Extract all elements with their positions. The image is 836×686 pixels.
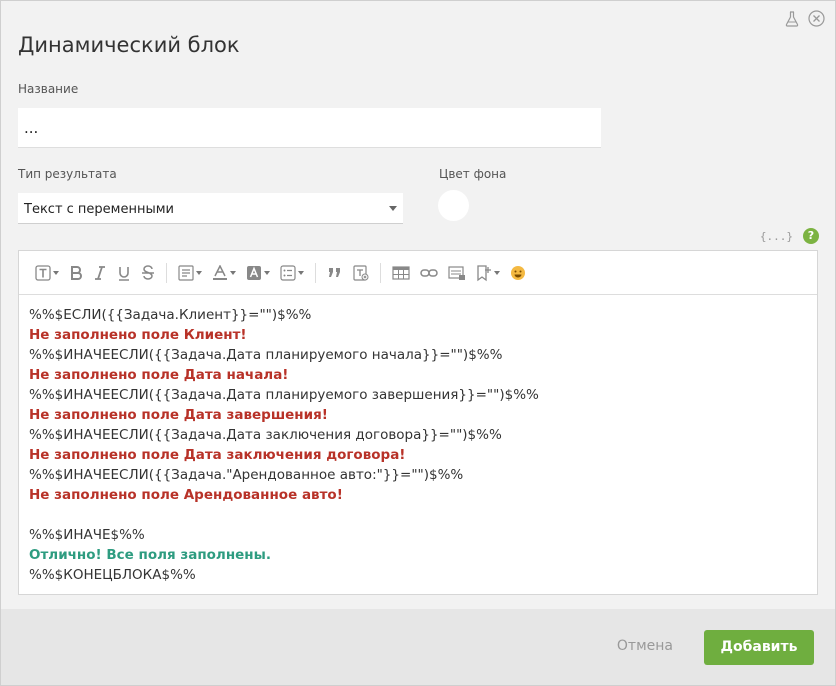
- error-message-line: Не заполнено поле Дата завершения!: [29, 407, 328, 423]
- code-line: %%$ИНАЧЕЕСЛИ({{Задача.Дата планируемого …: [29, 347, 503, 363]
- code-line: %%$КОНЕЦБЛОКА$%%: [29, 567, 196, 583]
- result-type-select[interactable]: Текст с переменными: [18, 193, 403, 224]
- chevron-down-icon: [389, 206, 397, 211]
- dialog-top-icons: [784, 10, 825, 27]
- dialog-footer: Отмена Добавить: [1, 609, 835, 685]
- list-icon[interactable]: [277, 262, 307, 284]
- dynamic-block-dialog: Динамический блок Название Тип результат…: [0, 0, 836, 686]
- result-type-label: Тип результата: [18, 167, 117, 181]
- success-message-line: Отлично! Все поля заполнены.: [29, 547, 271, 563]
- table-icon[interactable]: [389, 262, 413, 284]
- bookmark-icon[interactable]: [473, 262, 503, 284]
- name-label: Название: [18, 82, 79, 96]
- background-color-icon[interactable]: [243, 262, 273, 284]
- italic-icon[interactable]: [90, 262, 110, 284]
- code-line: %%$ИНАЧЕ$%%: [29, 527, 145, 543]
- toolbar-divider: [315, 262, 316, 283]
- variables-icon[interactable]: {...}: [760, 230, 793, 243]
- error-message-line: Не заполнено поле Дата начала!: [29, 367, 289, 383]
- flask-icon[interactable]: [784, 10, 800, 27]
- emoji-icon[interactable]: [507, 262, 529, 284]
- editor-content[interactable]: %%$ЕСЛИ({{Задача.Клиент}}="")$%% Не запол…: [19, 295, 817, 585]
- paragraph-icon[interactable]: [175, 262, 205, 284]
- error-message-line: Не заполнено поле Клиент!: [29, 327, 247, 343]
- background-color-picker[interactable]: [438, 190, 469, 221]
- code-line: %%$ЕСЛИ({{Задача.Клиент}}="")$%%: [29, 307, 312, 323]
- rich-text-editor: %%$ЕСЛИ({{Задача.Клиент}}="")$%% Не запол…: [18, 250, 818, 595]
- strikethrough-icon[interactable]: [138, 262, 158, 284]
- name-input[interactable]: [18, 108, 601, 148]
- editor-aux-icons: {...} ?: [760, 228, 819, 244]
- help-icon[interactable]: ?: [803, 228, 819, 244]
- font-color-icon[interactable]: [209, 262, 239, 284]
- code-line: %%$ИНАЧЕЕСЛИ({{Задача.Дата планируемого …: [29, 387, 539, 403]
- background-color-label: Цвет фона: [439, 167, 507, 181]
- quote-icon[interactable]: [324, 262, 346, 284]
- close-icon[interactable]: [808, 10, 825, 27]
- toolbar-divider: [166, 262, 167, 283]
- clear-format-icon[interactable]: [350, 262, 372, 284]
- error-message-line: Не заполнено поле Арендованное авто!: [29, 487, 343, 503]
- editor-toolbar: [19, 251, 817, 295]
- underline-icon[interactable]: [114, 262, 134, 284]
- code-line: %%$ИНАЧЕЕСЛИ({{Задача."Арендованное авто…: [29, 467, 464, 483]
- dialog-title: Динамический блок: [18, 33, 240, 57]
- link-icon[interactable]: [417, 262, 441, 284]
- result-type-value: Текст с переменными: [24, 202, 174, 217]
- add-button[interactable]: Добавить: [704, 630, 814, 665]
- image-icon[interactable]: [445, 262, 469, 284]
- text-style-icon[interactable]: [32, 262, 62, 284]
- cancel-button[interactable]: Отмена: [617, 638, 673, 654]
- error-message-line: Не заполнено поле Дата заключения догово…: [29, 447, 406, 463]
- code-line: %%$ИНАЧЕЕСЛИ({{Задача.Дата заключения до…: [29, 427, 502, 443]
- bold-icon[interactable]: [66, 262, 86, 284]
- toolbar-divider: [380, 262, 381, 283]
